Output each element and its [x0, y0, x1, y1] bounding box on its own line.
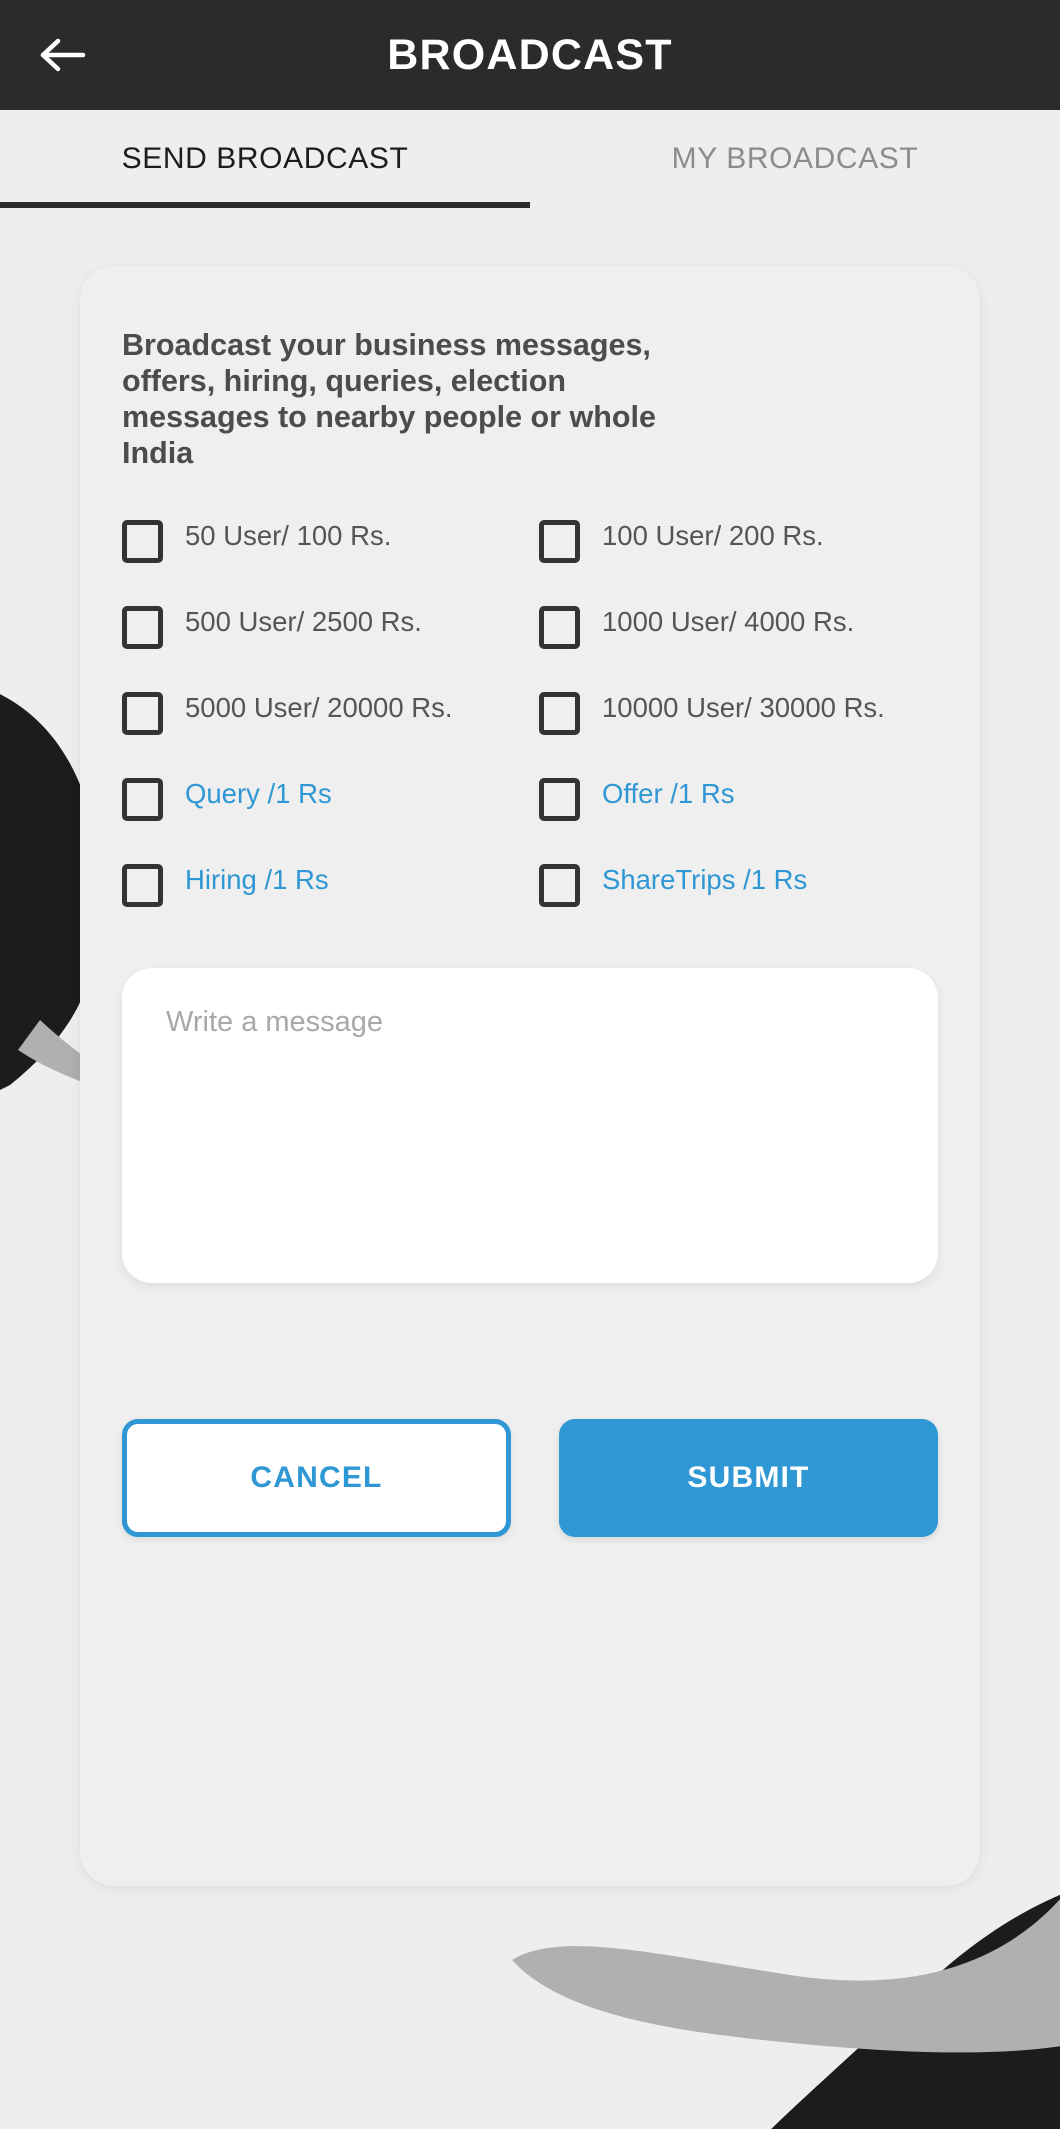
option-500-user[interactable]: 500 User/ 2500 Rs.	[122, 602, 521, 688]
decor-blob-bottom-gray	[512, 1899, 1060, 2053]
checkbox-icon[interactable]	[539, 863, 580, 907]
option-label: 500 User/ 2500 Rs.	[185, 605, 422, 637]
app-bar: BROADCAST	[0, 0, 1060, 110]
cancel-button[interactable]: CANCEL	[122, 1418, 511, 1537]
checkbox-icon[interactable]	[122, 691, 163, 735]
message-field-wrapper	[106, 946, 954, 1283]
option-label: 5000 User/ 20000 Rs.	[185, 691, 453, 723]
option-50-user[interactable]: 50 User/ 100 Rs.	[122, 516, 521, 602]
card-intro-text: Broadcast your business messages, offers…	[122, 328, 656, 470]
option-10000-user[interactable]: 10000 User/ 30000 Rs.	[539, 688, 938, 774]
option-label: 100 User/ 200 Rs.	[602, 519, 824, 551]
tab-send-broadcast-label: SEND BROADCAST	[121, 142, 409, 175]
option-label: 50 User/ 100 Rs.	[185, 519, 392, 551]
option-label: 1000 User/ 4000 Rs.	[602, 605, 855, 637]
tab-send-broadcast[interactable]: SEND BROADCAST	[0, 110, 530, 208]
option-sharetrips[interactable]: ShareTrips /1 Rs	[539, 860, 938, 946]
page-title: BROADCAST	[387, 30, 673, 79]
option-hiring[interactable]: Hiring /1 Rs	[122, 860, 521, 946]
checkbox-icon[interactable]	[122, 605, 163, 649]
broadcast-card: Broadcast your business messages, offers…	[80, 266, 980, 1886]
checkbox-icon[interactable]	[122, 519, 163, 563]
action-buttons: CANCEL SUBMIT	[106, 1283, 954, 1537]
option-label: ShareTrips /1 Rs	[602, 863, 808, 895]
content-area: Broadcast your business messages, offers…	[0, 208, 1060, 1886]
checkbox-icon[interactable]	[539, 691, 580, 735]
option-query[interactable]: Query /1 Rs	[122, 774, 521, 860]
option-100-user[interactable]: 100 User/ 200 Rs.	[539, 516, 938, 602]
arrow-left-icon	[40, 38, 86, 72]
option-5000-user[interactable]: 5000 User/ 20000 Rs.	[122, 688, 521, 774]
option-label: Offer /1 Rs	[602, 777, 735, 809]
option-offer[interactable]: Offer /1 Rs	[539, 774, 938, 860]
checkbox-icon[interactable]	[539, 605, 580, 649]
tab-bar: SEND BROADCAST MY BROADCAST	[0, 110, 1060, 208]
submit-button[interactable]: SUBMIT	[559, 1418, 938, 1537]
option-label: 10000 User/ 30000 Rs.	[602, 691, 885, 723]
checkbox-icon[interactable]	[539, 519, 580, 563]
decor-blob-bottom-dark	[771, 1894, 1060, 2129]
checkbox-icon[interactable]	[539, 777, 580, 821]
option-label: Hiring /1 Rs	[185, 863, 329, 895]
broadcast-options-grid: 50 User/ 100 Rs. 100 User/ 200 Rs. 500 U…	[106, 516, 954, 946]
checkbox-icon[interactable]	[122, 863, 163, 907]
checkbox-icon[interactable]	[122, 777, 163, 821]
tab-my-broadcast[interactable]: MY BROADCAST	[530, 110, 1060, 208]
option-label: Query /1 Rs	[185, 777, 332, 809]
option-1000-user[interactable]: 1000 User/ 4000 Rs.	[539, 602, 938, 688]
message-input[interactable]	[122, 967, 938, 1283]
tab-my-broadcast-label: MY BROADCAST	[671, 142, 919, 175]
back-button[interactable]	[26, 18, 100, 92]
